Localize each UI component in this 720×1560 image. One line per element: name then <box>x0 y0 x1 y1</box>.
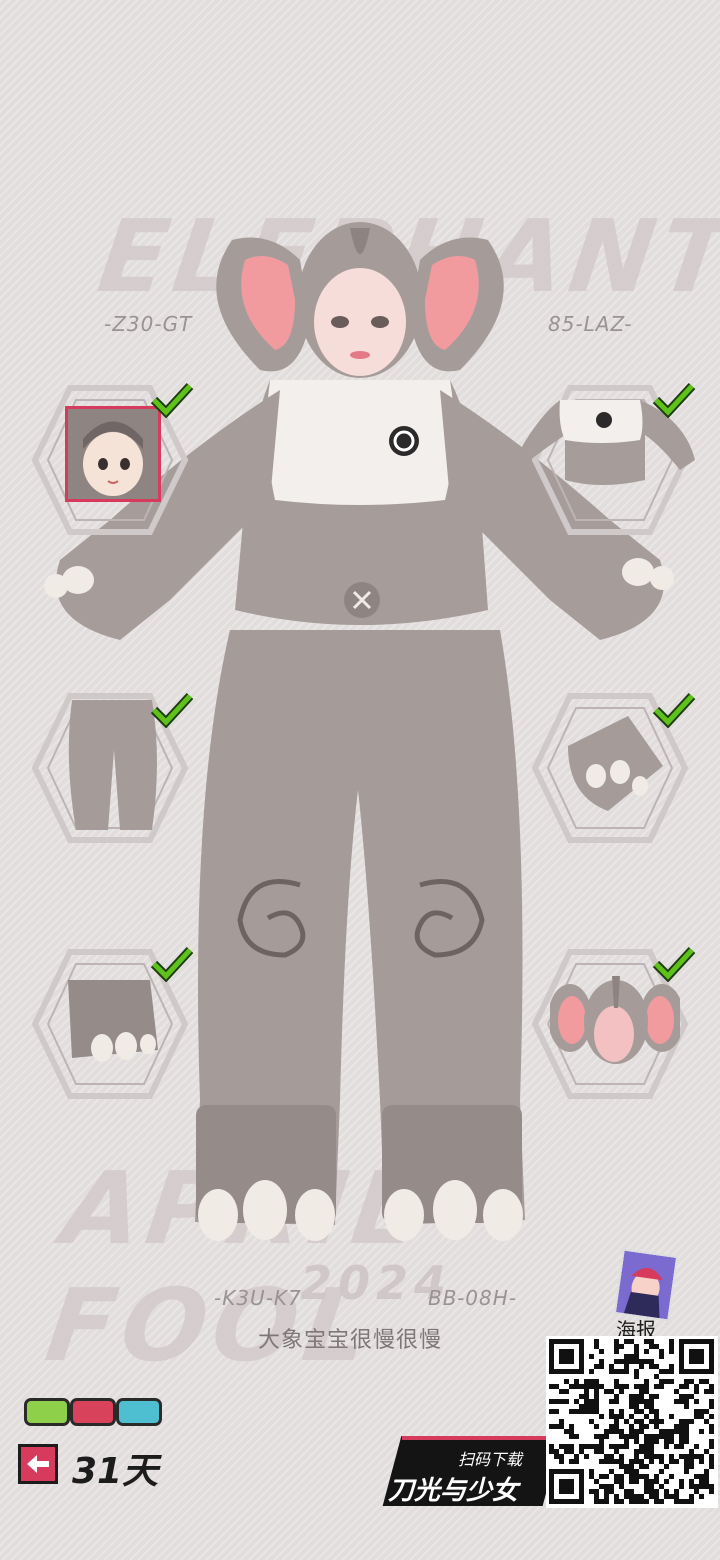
avatar-icon <box>65 406 161 502</box>
color-chip-red[interactable] <box>70 1398 116 1426</box>
owned-check-icon <box>652 946 696 982</box>
color-chip-green[interactable] <box>24 1398 70 1426</box>
promo-scan-label: 扫码下载 <box>458 1450 523 1469</box>
outfit-name: 大象宝宝很慢很慢 <box>258 1328 443 1353</box>
days-remaining: 31天 <box>72 1451 159 1492</box>
back-button[interactable] <box>18 1444 58 1484</box>
headwear-icon <box>550 976 680 1064</box>
owned-check-icon <box>150 382 194 418</box>
outfit-showcase: ELEPHANT APRIL FOOL 2024 -Z30-GT 85-LAZ-… <box>0 0 720 1560</box>
shoe-icon <box>68 980 158 1062</box>
color-chip-blue[interactable] <box>116 1398 162 1426</box>
pants-icon <box>68 700 157 830</box>
qr-code[interactable] <box>546 1336 718 1508</box>
promo-game-title: 刀光与少女 <box>388 1476 519 1506</box>
arrow-left-icon <box>27 1455 49 1473</box>
promo-banner: 扫码下载 刀光与少女 <box>372 1436 562 1506</box>
owned-check-icon <box>150 946 194 982</box>
poster-button[interactable]: 海报 <box>606 1248 679 1342</box>
owned-check-icon <box>652 692 696 728</box>
poster-thumbnail <box>613 1248 679 1322</box>
owned-check-icon <box>652 382 696 418</box>
glove-icon <box>568 716 663 811</box>
owned-check-icon <box>150 692 194 728</box>
qr-code-icon <box>549 1339 714 1504</box>
